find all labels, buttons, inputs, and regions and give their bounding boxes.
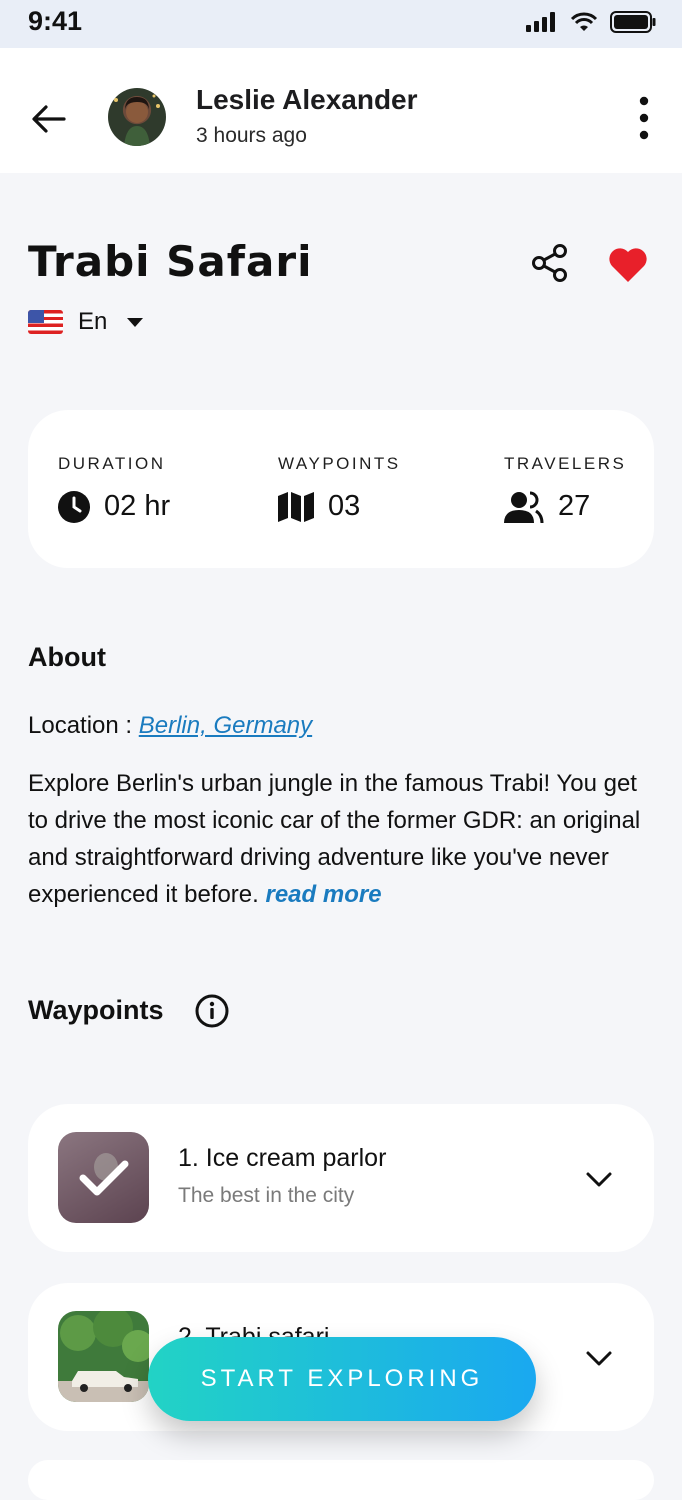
language-label: En [78, 308, 108, 335]
wifi-icon [570, 12, 598, 31]
location-link[interactable]: Berlin, Germany [139, 712, 312, 739]
signal-icon [526, 12, 555, 32]
more-vertical-icon[interactable] [632, 94, 656, 142]
waypoint-card[interactable]: 1. Ice cream parlor The best in the city [28, 1104, 654, 1252]
us-flag-icon [28, 310, 63, 334]
info-icon[interactable] [195, 994, 229, 1028]
stat-label: TRAVELERS [504, 454, 627, 473]
stat-waypoints: WAYPOINTS 03 [278, 454, 401, 523]
author-name[interactable]: Leslie Alexander [196, 84, 418, 116]
chevron-down-icon[interactable] [584, 1343, 614, 1373]
car-photo-icon [58, 1311, 149, 1402]
posted-time: 3 hours ago [196, 124, 307, 147]
battery-icon [610, 11, 656, 33]
arrow-left-icon[interactable] [28, 98, 70, 140]
read-more-link[interactable]: read more [265, 881, 381, 908]
status-time: 9:41 [28, 6, 83, 36]
chevron-down-icon[interactable] [584, 1164, 614, 1194]
stat-label: DURATION [58, 454, 166, 473]
stat-travelers: TRAVELERS 27 [504, 454, 626, 523]
waypoint-thumbnail [58, 1132, 149, 1223]
language-selector[interactable]: En [28, 308, 144, 336]
users-icon [504, 491, 544, 523]
location-label: Location : [28, 712, 139, 739]
top-header: Leslie Alexander 3 hours ago [0, 48, 682, 173]
waypoint-title: 1. Ice cream parlor [178, 1144, 387, 1172]
status-bar: 9:41 [0, 0, 682, 48]
stat-label: WAYPOINTS [278, 454, 401, 473]
about-heading: About [28, 642, 106, 672]
share-icon[interactable] [530, 243, 570, 283]
status-icons [526, 11, 656, 33]
stat-value: 02 hr [104, 490, 171, 522]
stat-duration: DURATION 02 hr [58, 454, 170, 523]
waypoint-subtitle: The best in the city [178, 1184, 355, 1207]
clock-icon [58, 490, 90, 523]
waypoint-card[interactable] [28, 1460, 654, 1500]
stat-value: 27 [558, 490, 591, 522]
location-row: Location : Berlin, Germany [28, 712, 312, 740]
start-exploring-button[interactable]: START EXPLORING [148, 1337, 536, 1421]
avatar[interactable] [108, 88, 166, 146]
check-icon [79, 1153, 129, 1196]
map-icon [278, 491, 314, 522]
caret-down-icon [127, 317, 144, 327]
avatar-image [114, 94, 160, 146]
tour-description: Explore Berlin's urban jungle in the fam… [28, 765, 658, 913]
stat-value: 03 [328, 490, 361, 522]
waypoint-thumbnail [58, 1311, 149, 1402]
stats-card: DURATION 02 hr WAYPOINTS 03 TRAVELERS 27 [28, 410, 654, 568]
waypoints-heading: Waypoints [28, 995, 164, 1025]
heart-icon[interactable] [607, 244, 649, 284]
tour-title: Trabi Safari [28, 237, 313, 286]
